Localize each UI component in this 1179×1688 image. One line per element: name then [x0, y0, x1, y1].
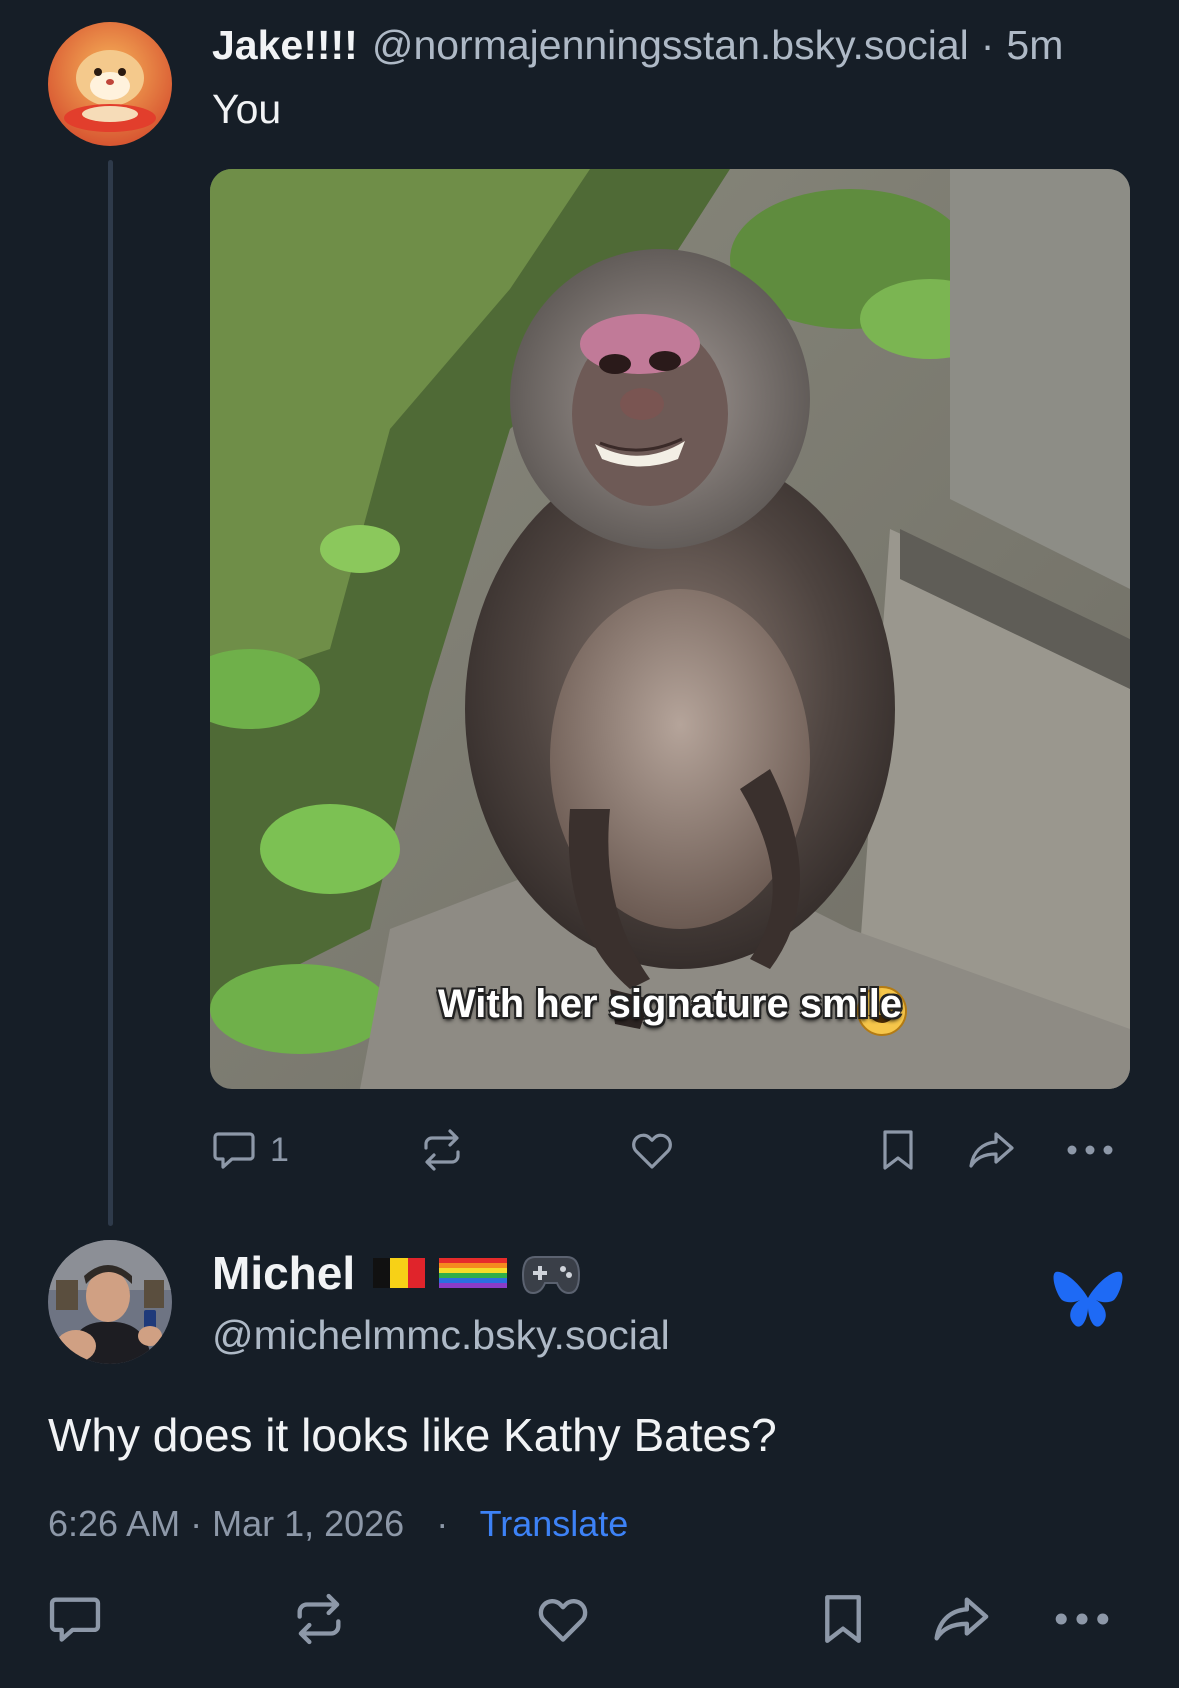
post-header: Jake!!!! @normajenningsstan.bsky.social … — [212, 22, 1063, 69]
bookmark-button[interactable] — [874, 1126, 922, 1174]
bookmark-button-main[interactable] — [814, 1590, 872, 1648]
share-button[interactable] — [966, 1126, 1018, 1174]
share-icon — [934, 1597, 989, 1641]
author-badges — [373, 1249, 581, 1297]
repost-icon — [424, 1129, 460, 1171]
thread-connector-line — [108, 160, 113, 1226]
repost-icon — [297, 1593, 341, 1645]
post-author-handle[interactable]: @normajenningsstan.bsky.social — [372, 22, 969, 69]
reply-action[interactable]: 1 — [210, 1126, 289, 1174]
belgium-flag-icon — [373, 1258, 426, 1288]
repost-button-main[interactable] — [290, 1590, 348, 1648]
like-button-main[interactable] — [534, 1590, 592, 1648]
ellipsis-icon — [1055, 1613, 1109, 1625]
rainbow-flag-icon — [439, 1258, 508, 1288]
bluesky-verified-badge[interactable] — [1052, 1268, 1124, 1339]
heart-icon — [632, 1133, 672, 1169]
reply-author-name[interactable]: Michel — [212, 1246, 355, 1300]
reply-author-row: Michel — [212, 1246, 581, 1300]
bookmark-icon — [825, 1595, 861, 1643]
post-text: You — [212, 86, 282, 132]
more-options-button[interactable] — [1064, 1126, 1116, 1174]
timestamp-dot: · — [436, 1503, 449, 1544]
timestamp-row: 6:26 AM · Mar 1, 2026 · Translate — [48, 1503, 628, 1545]
like-button[interactable] — [628, 1126, 676, 1174]
share-icon — [969, 1132, 1014, 1168]
share-button-main[interactable] — [930, 1590, 994, 1648]
post-image[interactable]: With her signature smile — [210, 169, 1130, 1089]
butterfly-icon — [1053, 1271, 1123, 1327]
post-timestamp: 6:26 AM · Mar 1, 2026 — [48, 1503, 405, 1544]
reply-author-handle[interactable]: @michelmmc.bsky.social — [212, 1312, 670, 1359]
translate-link[interactable]: Translate — [480, 1503, 629, 1544]
reply-icon — [213, 1132, 255, 1169]
repost-button[interactable] — [418, 1126, 466, 1174]
reply-action-main[interactable] — [46, 1590, 104, 1648]
meta-separator: · — [980, 22, 995, 68]
michel-avatar[interactable] — [48, 1240, 172, 1364]
ellipsis-icon — [1067, 1145, 1113, 1155]
reply-icon — [49, 1597, 101, 1642]
reply-text: Why does it looks like Kathy Bates? — [48, 1409, 777, 1461]
jake-avatar[interactable] — [48, 22, 172, 146]
post-time-ago: 5m — [1006, 22, 1064, 68]
heart-icon — [538, 1599, 588, 1642]
bookmark-icon — [883, 1130, 913, 1170]
post-author-name[interactable]: Jake!!!! — [212, 22, 358, 69]
image-caption: With her signature smile — [437, 982, 903, 1026]
reply-count: 1 — [270, 1130, 289, 1169]
more-options-button-main[interactable] — [1052, 1590, 1112, 1648]
game-controller-icon — [522, 1256, 581, 1295]
